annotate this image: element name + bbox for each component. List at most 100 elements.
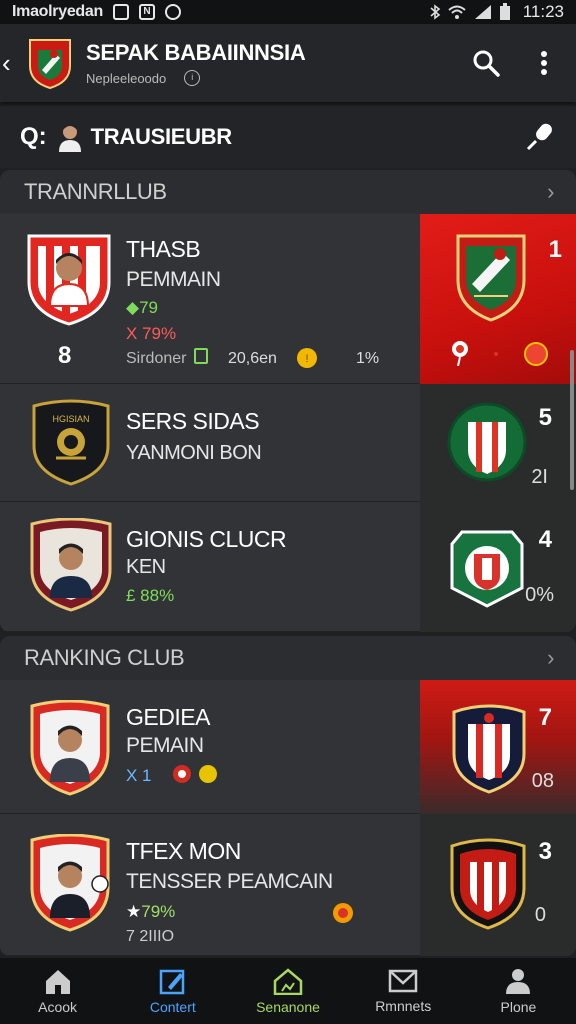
nav-item-plone[interactable]: Plone <box>461 958 576 1024</box>
mini-crest-icon <box>524 342 548 366</box>
player-name: GEDIEA <box>126 704 210 730</box>
nav-label: Contert <box>149 999 196 1015</box>
svg-text:!: ! <box>305 353 308 365</box>
player-info: 7 2IIIO <box>126 928 175 945</box>
player-info-b: 20,6en <box>228 350 277 367</box>
svg-text:HGISIAN: HGISIAN <box>52 414 89 424</box>
dot-icon <box>494 352 498 356</box>
more-vertical-icon[interactable] <box>540 50 548 76</box>
club-rank: 4 <box>538 526 552 553</box>
club-rank: 1 <box>548 236 562 263</box>
mail-icon <box>388 969 418 993</box>
club-crest <box>450 530 524 608</box>
list-item[interactable]: GIONIS CLUCR KEN £ 88% 4 0% <box>0 502 576 632</box>
pin-icon <box>452 341 468 366</box>
club-crest: HGISIAN <box>32 399 110 486</box>
info-icon[interactable]: i <box>184 70 201 86</box>
section-transfer: TRANNRLLUB › 8 THASB PEMMAIN ◆79 X 79% S… <box>0 170 576 632</box>
nav-label: Acook <box>38 999 78 1015</box>
star-icon: ★ <box>126 902 142 921</box>
sync-icon <box>164 4 181 20</box>
stat-green: ◆79 <box>126 298 158 317</box>
club-rank: 5 <box>538 404 552 431</box>
nav-item-senanone[interactable]: Senanone <box>230 958 345 1024</box>
bluetooth-icon <box>430 4 440 20</box>
nav-item-contert[interactable]: Contert <box>115 958 230 1024</box>
app-subtitle: Nepleeleoodo <box>86 70 167 86</box>
nav-item-acook[interactable]: Acook <box>0 958 115 1024</box>
back-arrow-icon[interactable]: ‹ <box>0 48 24 79</box>
club-rank: 3 <box>538 838 552 865</box>
notification-icon <box>112 4 129 20</box>
chart-icon <box>194 348 208 364</box>
section-title: RANKING CLUB <box>24 645 185 670</box>
chevron-right-icon[interactable]: › <box>547 645 554 671</box>
stat-green: ★79% <box>126 902 176 921</box>
list-item[interactable]: 8 THASB PEMMAIN ◆79 X 79% Sirdoner 20,6e… <box>0 214 576 384</box>
list-item[interactable]: TFEX MON TENSSER PEAMCAIN ★79% 7 2IIIO 3… <box>0 814 576 956</box>
club-name: GIONIS CLUCR <box>126 526 287 552</box>
player-role: TENSSER PEAMCAIN <box>126 870 333 893</box>
player-crest <box>30 834 110 932</box>
wifi-icon <box>448 5 466 19</box>
stat-red: X 79% <box>126 324 177 343</box>
section-title: TRANNRLLUB <box>24 179 167 204</box>
nav-label: Rmnnets <box>375 998 432 1014</box>
section-header[interactable]: TRANNRLLUB › <box>0 170 576 214</box>
list-item[interactable]: GEDIEA PEMAIN X 1 7 08 <box>0 680 576 814</box>
microphone-icon[interactable] <box>524 121 556 153</box>
nav-label: Senanone <box>256 999 320 1015</box>
section-header[interactable]: RANKING CLUB › <box>0 636 576 680</box>
yellow-icon <box>199 765 217 783</box>
stat-green: £ 88% <box>126 586 175 605</box>
player-info-c: 1% <box>356 350 380 367</box>
list-item[interactable]: HGISIAN SERS SIDAS YANMONI BON 5 2I <box>0 384 576 502</box>
coin-icon <box>333 903 353 923</box>
club-crest <box>456 234 526 322</box>
club-crest <box>450 838 526 930</box>
club-extra: 2I <box>531 466 548 488</box>
club-rank: 7 <box>538 704 552 731</box>
section-ranking-club: RANKING CLUB › GEDIEA PEMAIN X 1 7 08 TF… <box>0 636 576 956</box>
coin-icon: ! <box>297 348 317 368</box>
club-crest <box>447 402 527 482</box>
club-extra: 08 <box>531 770 554 792</box>
home-icon <box>45 970 70 994</box>
app-title: SEPAK BABAIINNSIA <box>86 40 306 65</box>
edit-icon <box>159 969 185 995</box>
club-name: SERS SIDAS <box>126 408 260 434</box>
club-subtitle: KEN <box>126 556 166 578</box>
player-stat: X 1 <box>126 766 152 785</box>
person-icon <box>506 969 531 994</box>
player-role: PEMAIN <box>126 734 204 757</box>
player-info-a: Sirdoner <box>126 350 187 367</box>
club-crest <box>452 704 526 794</box>
scrollbar[interactable] <box>570 350 574 490</box>
battery-icon <box>499 3 510 20</box>
ball-icon <box>173 765 191 783</box>
n-app-icon: N <box>138 4 155 20</box>
search-icon[interactable] <box>472 49 500 77</box>
app-bar: ‹ SEPAK BABAIINNSIA Nepleeleoodo i <box>0 24 576 102</box>
carrier-label: Imaolryedan <box>12 3 103 20</box>
search-prefix: Q: <box>20 123 47 150</box>
club-extra: 0 <box>534 904 546 926</box>
bottom-nav: Acook Contert Senanone Rmnnets Plone <box>0 958 576 1024</box>
chevron-right-icon[interactable]: › <box>547 179 554 205</box>
club-subtitle: YANMONI BON <box>126 442 262 464</box>
house-outline-icon <box>273 968 303 995</box>
player-rank: 8 <box>58 342 72 369</box>
search-bar[interactable]: Q: TRAUSIEUBR <box>0 106 576 168</box>
diamond-icon: ◆ <box>126 298 140 317</box>
player-name: TFEX MON <box>126 838 241 864</box>
player-role: PEMMAIN <box>126 268 221 291</box>
signal-icon <box>474 5 491 19</box>
nav-label: Plone <box>500 999 537 1015</box>
player-crest <box>27 234 111 326</box>
nav-item-rmnnets[interactable]: Rmnnets <box>346 958 461 1024</box>
user-avatar <box>58 124 81 152</box>
status-bar: Imaolryedan N 11:23 <box>0 0 576 24</box>
club-extra: 0% <box>525 584 554 606</box>
app-logo <box>29 39 71 90</box>
search-input[interactable]: TRAUSIEUBR <box>91 124 233 150</box>
